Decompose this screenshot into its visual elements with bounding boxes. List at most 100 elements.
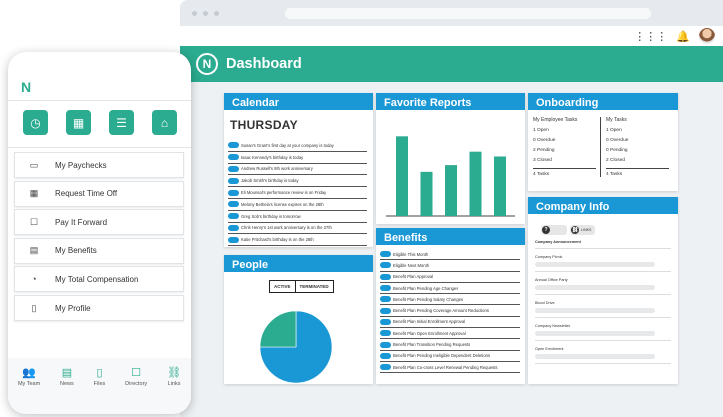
bar[interactable]	[396, 136, 408, 216]
announcement-item[interactable]: Open Enrollment	[535, 347, 671, 351]
benefit-item[interactable]: Benefit Plan Pending Age Changes	[380, 283, 520, 295]
bank-icon[interactable]: ⌂	[152, 110, 177, 135]
links-button[interactable]: ⛓ LINKS	[570, 225, 596, 235]
menu-label: Request Time Off	[55, 189, 118, 199]
nav-item[interactable]: 👥 My Team	[18, 366, 40, 414]
benefit-item[interactable]: Benefit Plan Initial Enrollment Approval	[380, 317, 520, 329]
benefit-text: Benefit Plan Pending Salary Changes	[393, 296, 464, 302]
employee-tasks-heading: My Employee Tasks	[533, 117, 578, 123]
event-icon	[228, 142, 239, 149]
benefit-text: Benefit Plan Transition Pending Requests	[393, 342, 471, 348]
menu-item[interactable]: ▦ Request Time Off	[14, 180, 184, 207]
clock-icon[interactable]: ◷	[23, 110, 48, 135]
people-pie-chart	[259, 310, 333, 384]
calendar-event[interactable]: Andrew Russell's 9th work anniversary	[228, 164, 367, 176]
nav-icon: ⛓	[167, 367, 182, 379]
avatar[interactable]	[699, 28, 715, 44]
announcement-item[interactable]: Company Newsletter	[535, 324, 671, 328]
window-dot[interactable]	[203, 10, 208, 16]
task-row[interactable]: 1 Open	[533, 128, 596, 133]
task-row[interactable]: 2 Pending	[533, 148, 596, 153]
event-icon	[228, 177, 239, 184]
announcement-bar	[535, 308, 655, 313]
link-icon: ⛓	[571, 226, 579, 234]
menu-item[interactable]: ◔ My Total Compensation	[14, 266, 184, 293]
calendar-event[interactable]: Isaac Kennedy's birthday is today	[228, 152, 367, 164]
event-icon	[228, 154, 239, 161]
apps-grid-icon[interactable]: ⋮⋮⋮	[634, 30, 667, 43]
bar[interactable]	[469, 151, 482, 216]
bar[interactable]	[445, 165, 457, 216]
task-total: 4 Tasks	[606, 168, 669, 177]
calendar-event[interactable]: Susan's Grant's first day at your compan…	[228, 140, 367, 152]
dashboard-banner: N Dashboard	[180, 46, 723, 82]
company-info-card: Company Info ? ⛓ LINKS Company Announceme…	[528, 197, 678, 384]
benefit-text: Eligible Next Month	[393, 262, 430, 268]
question-icon: ?	[542, 226, 550, 234]
benefit-item[interactable]: Eligible Next Month	[380, 260, 520, 272]
help-button[interactable]: ?	[541, 225, 567, 235]
calendar-event[interactable]: Katie Pritchard's birthday is on the 28t…	[228, 234, 367, 247]
benefit-item[interactable]: Benefit Plan Pending Ineligible Dependen…	[380, 351, 520, 362]
menu-label: Pay It Forward	[55, 217, 108, 227]
benefits-card: Benefits Eligible This Month Eligible Nex…	[376, 228, 525, 384]
menu-item[interactable]: ▭ My Paychecks	[14, 152, 184, 178]
nav-label: Files	[93, 381, 106, 387]
my-tasks-column: My Tasks 1 Open 0 Overdue 0 Pending 2 Cl…	[600, 117, 673, 177]
benefit-item[interactable]: Benefit Plan Pending Salary Changes	[380, 294, 520, 306]
event-text: Greg Sob's birthday is tomorrow	[241, 213, 301, 219]
onboarding-card: Onboarding My Employee Tasks 1 Open 0 Ov…	[528, 93, 678, 191]
menu-label: My Paychecks	[55, 160, 107, 170]
favorite-reports-card: Favorite Reports	[376, 93, 525, 224]
benefit-item[interactable]: Benefit Plan Approval	[380, 272, 520, 283]
window-dot[interactable]	[214, 10, 219, 16]
task-row[interactable]: 0 Overdue	[606, 138, 669, 143]
menu-item[interactable]: ▯ My Profile	[14, 295, 184, 321]
task-row[interactable]: 3 Closed	[533, 158, 596, 163]
announcement-item[interactable]: Blood Drive	[535, 301, 671, 305]
calendar-event[interactable]: Melony Bethela's license expires on the …	[228, 199, 367, 211]
nav-item[interactable]: ▯ Files	[94, 366, 106, 414]
benefit-item[interactable]: Benefit Plan Open Enrollment Approval	[380, 328, 520, 340]
announcement-item[interactable]: Company Picnic	[535, 255, 671, 259]
list-icon[interactable]: ☰	[109, 110, 134, 135]
calendar-event[interactable]: Greg Sob's birthday is tomorrow	[228, 211, 367, 223]
calendar-card: Calendar THURSDAY Susan's Grant's first …	[224, 93, 373, 247]
calendar-event[interactable]: Eli Mounsal's performance review is on F…	[228, 187, 367, 199]
task-row[interactable]: 2 Closed	[606, 158, 669, 163]
task-row[interactable]: 1 Open	[606, 128, 669, 133]
menu-icon: ☐	[29, 216, 39, 227]
announcement-heading: Company Announcement	[535, 240, 581, 244]
app-topbar: ⋮⋮⋮ 🔔	[180, 26, 723, 46]
benefit-icon	[380, 307, 391, 314]
calendar-event[interactable]: Chris Henry's 1st work anniversary is on…	[228, 223, 367, 235]
bar-chart	[386, 136, 515, 217]
event-icon	[228, 165, 239, 172]
window-dot[interactable]	[192, 10, 197, 16]
announcement-item[interactable]: Annual Office Party	[535, 278, 671, 282]
grid-icon[interactable]: ▦	[66, 110, 91, 135]
divider	[535, 340, 671, 341]
benefit-item[interactable]: Benefit Plan Co-cross Level Renewal Pend…	[380, 362, 520, 374]
benefit-item[interactable]: Benefit Plan Pending Coverage Amount Red…	[380, 305, 520, 317]
menu-icon: ▯	[31, 302, 37, 313]
announcement-bar	[535, 331, 655, 336]
menu-item[interactable]: ☐ Pay It Forward	[14, 209, 184, 236]
task-row[interactable]: 0 Pending	[606, 148, 669, 153]
bar[interactable]	[420, 171, 433, 216]
bar[interactable]	[494, 156, 506, 216]
task-row[interactable]: 0 Overdue	[533, 138, 596, 143]
bell-icon[interactable]: 🔔	[676, 30, 690, 43]
nav-item[interactable]: ☐ Directory	[125, 366, 147, 414]
benefit-item[interactable]: Eligible This Month	[380, 249, 520, 261]
nav-item[interactable]: ▤ News	[60, 366, 74, 414]
links-label: LINKS	[581, 228, 592, 232]
benefit-item[interactable]: Benefit Plan Transition Pending Requests	[380, 339, 520, 351]
calendar-event[interactable]: Jakob Smith's birthday is today	[228, 175, 367, 188]
address-bar[interactable]	[285, 7, 651, 19]
nav-item[interactable]: ⛓ Links	[167, 366, 181, 414]
pie-slice-terminated[interactable]	[259, 310, 297, 348]
nav-icon: ▤	[61, 367, 73, 379]
benefit-icon	[380, 341, 391, 348]
menu-item[interactable]: ▤ My Benefits	[14, 237, 184, 264]
